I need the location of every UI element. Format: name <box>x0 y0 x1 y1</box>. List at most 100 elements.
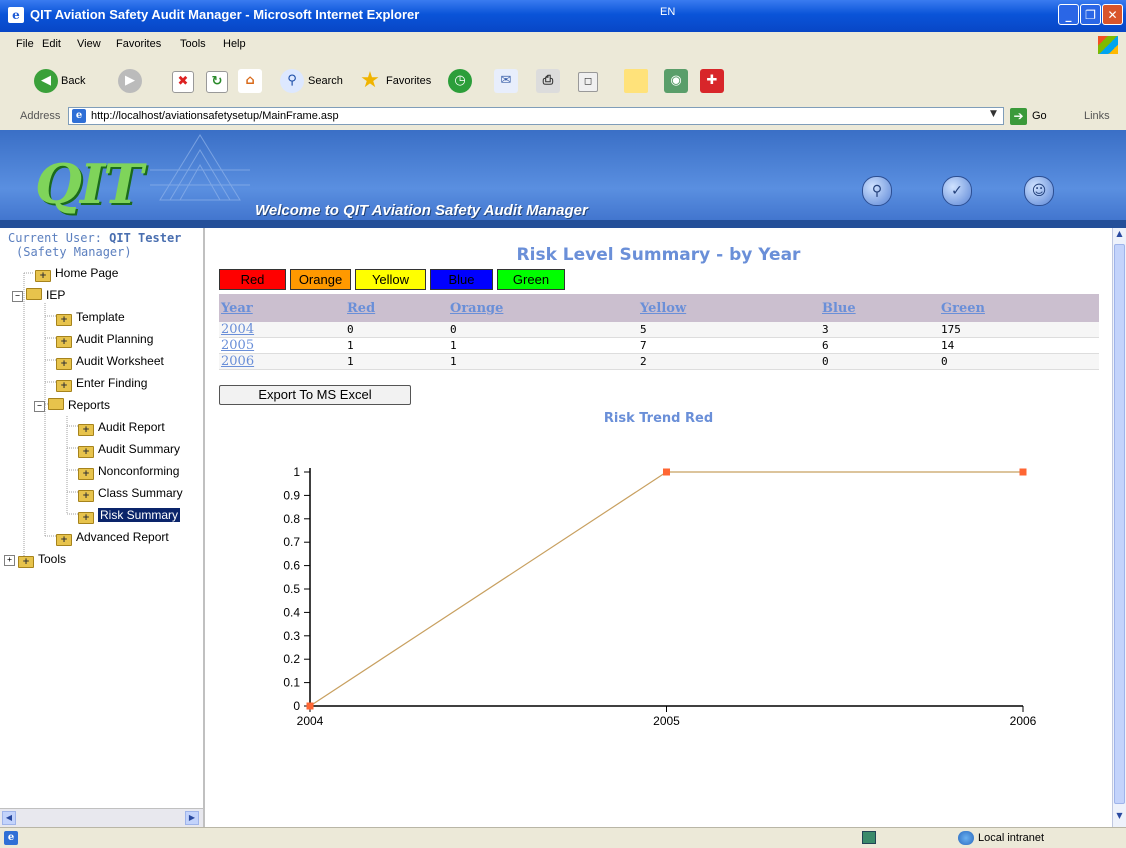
count-cell: 0 <box>448 322 638 338</box>
main-vertical-scrollbar[interactable]: ▲ ▼ <box>1112 228 1126 827</box>
edit-icon[interactable]: ◻ <box>578 72 598 92</box>
menu-view[interactable]: View <box>77 38 101 50</box>
legend-blue: Blue <box>430 269 493 290</box>
mail-icon[interactable]: ✉ <box>494 69 518 93</box>
check-icon[interactable]: ✓ <box>942 176 972 206</box>
links-label[interactable]: Links <box>1084 110 1110 122</box>
window-title-bar[interactable]: e QIT Aviation Safety Audit Manager - Mi… <box>0 0 1126 32</box>
column-header-orange[interactable]: Orange <box>448 294 638 322</box>
notes-icon[interactable] <box>624 69 648 93</box>
sidebar-item-risk-summary[interactable]: + Risk Summary <box>78 508 181 524</box>
y-tick-label: 0.3 <box>283 629 300 643</box>
collapse-icon[interactable]: − <box>34 401 45 412</box>
go-arrow-icon[interactable]: ➔ <box>1010 108 1027 125</box>
sidebar-item-audit-report[interactable]: + Audit Report <box>78 420 165 436</box>
sidebar-item-audit-worksheet[interactable]: + Audit Worksheet <box>56 354 164 370</box>
menu-bar: File Edit View Favorites Tools Help <box>0 32 1126 59</box>
home-icon[interactable]: ⌂ <box>238 69 262 93</box>
year-link[interactable]: 2004 <box>221 322 254 337</box>
sidebar-item-audit-summary[interactable]: + Audit Summary <box>78 442 180 458</box>
people-icon[interactable]: ☺ <box>1024 176 1054 206</box>
column-header-yellow[interactable]: Yellow <box>638 294 820 322</box>
stop-icon[interactable]: ✖ <box>172 71 194 93</box>
history-icon[interactable]: ◷ <box>448 69 472 93</box>
chart-title: Risk Trend Red <box>603 411 714 426</box>
sidebar-item-enter-finding[interactable]: + Enter Finding <box>56 376 147 392</box>
ie-icon: e <box>8 7 24 23</box>
favorites-star-icon[interactable]: ★ <box>358 69 382 93</box>
sidebar-item-advanced-report[interactable]: + Advanced Report <box>56 530 169 546</box>
scroll-right-icon[interactable]: ▶ <box>185 811 199 825</box>
back-button-label[interactable]: Back <box>61 75 85 87</box>
messenger-icon[interactable]: ◉ <box>664 69 688 93</box>
count-cell: 0 <box>939 353 1099 370</box>
qit-logo: QIT <box>35 152 143 216</box>
year-cell[interactable]: 2006 <box>219 353 345 370</box>
print-icon[interactable]: ⎙ <box>536 69 560 93</box>
year-cell[interactable]: 2005 <box>219 337 345 354</box>
count-cell: 3 <box>820 322 939 338</box>
zone-label: Local intranet <box>978 832 1045 844</box>
year-cell[interactable]: 2004 <box>219 322 345 338</box>
column-header-blue[interactable]: Blue <box>820 294 939 322</box>
menu-file[interactable]: File <box>16 38 34 50</box>
close-button[interactable]: ✕ <box>1102 4 1123 25</box>
favorites-button-label[interactable]: Favorites <box>386 75 431 87</box>
menu-favorites[interactable]: Favorites <box>116 38 161 50</box>
sidebar-item-reports[interactable]: − Reports <box>34 398 110 412</box>
magnifier-icon[interactable]: ⚲ <box>862 176 892 206</box>
expand-icon[interactable]: + <box>4 555 15 566</box>
sidebar-item-label: Audit Report <box>98 420 165 434</box>
column-header-year[interactable]: Year <box>219 294 345 322</box>
address-input[interactable]: e http://localhost/aviationsafetysetup/M… <box>68 107 1004 125</box>
column-header-red[interactable]: Red <box>345 294 448 322</box>
sidebar-item-iep[interactable]: − IEP <box>12 288 65 302</box>
sidebar-item-tools[interactable]: + + Tools <box>4 552 66 568</box>
export-to-excel-button[interactable]: Export To MS Excel <box>219 385 411 405</box>
open-folder-icon <box>48 398 64 410</box>
count-cell: 1 <box>448 353 638 370</box>
folder-icon: + <box>56 314 72 326</box>
count-cell: 1 <box>448 337 638 354</box>
sidebar-item-template[interactable]: + Template <box>56 310 125 326</box>
sidebar-item-nonconforming[interactable]: + Nonconforming <box>78 464 179 480</box>
count-cell: 1 <box>345 353 448 370</box>
year-link[interactable]: 2005 <box>221 338 254 353</box>
menu-help[interactable]: Help <box>223 38 246 50</box>
language-indicator[interactable]: EN <box>660 6 675 18</box>
sidebar-item-label: Tools <box>38 552 67 566</box>
menu-tools[interactable]: Tools <box>180 38 206 50</box>
y-tick-label: 0.6 <box>283 559 300 573</box>
forward-arrow-icon[interactable]: ▶ <box>118 69 142 93</box>
sidebar-horizontal-scrollbar[interactable]: ◀ ▶ <box>0 808 203 828</box>
refresh-icon[interactable]: ↻ <box>206 71 228 93</box>
scroll-thumb[interactable] <box>1114 244 1125 804</box>
risk-summary-table: Year Red Orange Yellow Blue Green 2004 0 0 5 3 175… <box>219 294 1099 370</box>
year-link[interactable]: 2006 <box>221 354 254 369</box>
menu-edit[interactable]: Edit <box>42 38 61 50</box>
collapse-icon[interactable]: − <box>12 291 23 302</box>
maximize-button[interactable]: ❐ <box>1080 4 1101 25</box>
scroll-left-icon[interactable]: ◀ <box>2 811 16 825</box>
search-button-label[interactable]: Search <box>308 75 343 87</box>
count-cell: 7 <box>638 337 820 354</box>
column-header-green[interactable]: Green <box>939 294 1099 322</box>
search-icon[interactable]: ⚲ <box>280 69 304 93</box>
folder-icon: + <box>56 380 72 392</box>
app-banner: QIT Welcome to QIT Aviation Safety Audit… <box>0 130 1126 228</box>
intranet-globe-icon <box>958 831 974 845</box>
back-arrow-icon[interactable]: ◀ <box>34 69 58 93</box>
sidebar-item-audit-planning[interactable]: + Audit Planning <box>56 332 153 348</box>
folder-icon: + <box>78 424 94 436</box>
scroll-up-icon[interactable]: ▲ <box>1114 229 1125 242</box>
go-button-label[interactable]: Go <box>1032 110 1047 122</box>
research-icon[interactable]: ✚ <box>700 69 724 93</box>
security-zone-icon <box>862 831 876 844</box>
banner-divider <box>0 220 1126 228</box>
minimize-button[interactable]: _ <box>1058 4 1079 25</box>
sidebar-item-class-summary[interactable]: + Class Summary <box>78 486 183 502</box>
scroll-down-icon[interactable]: ▼ <box>1114 811 1125 824</box>
windows-logo-icon <box>1098 36 1118 54</box>
sidebar-item-home-page[interactable]: + Home Page <box>35 266 118 282</box>
address-dropdown-icon[interactable]: ▼ <box>990 109 1002 123</box>
